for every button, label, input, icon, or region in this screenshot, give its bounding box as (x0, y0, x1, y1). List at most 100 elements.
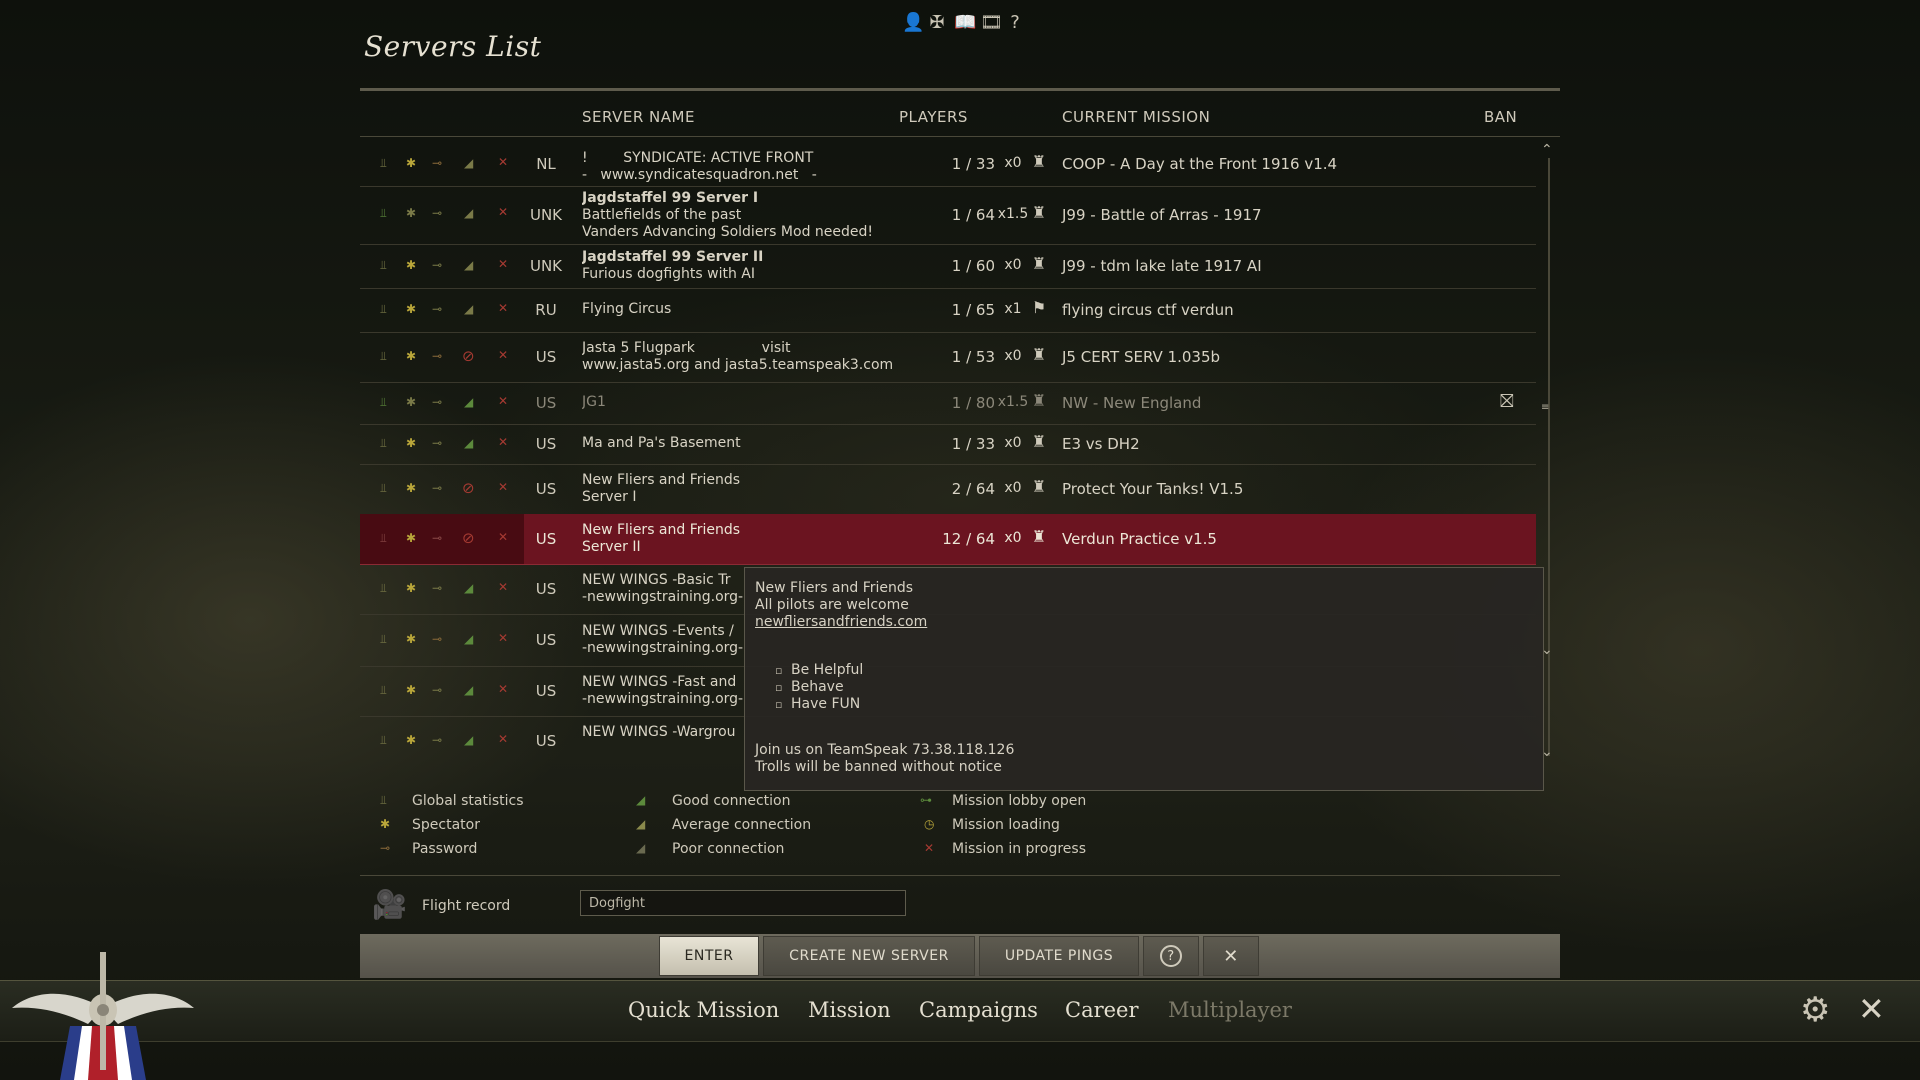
mission-in-progress-icon: ✕ (498, 301, 509, 315)
nav-multiplayer[interactable]: Multiplayer (1168, 998, 1292, 1022)
password-icon: ⊸ (432, 733, 443, 747)
server-name-line: www.jasta5.org and jasta5.teamspeak3.com (582, 357, 894, 373)
scroll-top-icon[interactable]: ⌃ (1541, 142, 1553, 158)
server-name-line: Battlefields of the past (582, 207, 742, 223)
close-list-button[interactable]: ✕ (1203, 936, 1259, 976)
password-icon: ⊸ (432, 531, 443, 545)
server-name-line: Jagdstaffel 99 Server II (582, 249, 764, 265)
connection-icon: ◢ (464, 156, 474, 170)
spectator-icon: ✱ (406, 632, 417, 646)
header-server-name[interactable]: SERVER NAME (582, 108, 695, 126)
enter-button[interactable]: ENTER (659, 936, 759, 976)
mission-name: Protect Your Tanks! V1.5 (1062, 480, 1244, 498)
legend: ⫫ Global statistics ✱ Spectator ⊸ Passwo… (360, 790, 1560, 874)
update-pings-button[interactable]: UPDATE PINGS (979, 936, 1139, 976)
header-ban[interactable]: BAN (1484, 108, 1517, 126)
server-row-selected[interactable]: ⫫ ✱ ⊸ ⊘ ✕ US New Fliers and Friends Serv… (360, 514, 1536, 565)
server-name: Jasta 5 Flugpark visit www.jasta5.org an… (582, 340, 942, 374)
connection-icon: ◢ (464, 436, 474, 450)
poor-connection-icon: ◢ (636, 841, 646, 855)
scrollbar-track[interactable] (1548, 158, 1550, 756)
password-icon: ⊸ (432, 395, 443, 409)
film-icon[interactable]: 🎞 (980, 12, 1003, 33)
legend-label: Mission loading (952, 817, 1060, 833)
server-row[interactable]: ⫫ ✱ ⊸ ⊘ ✕ US New Fliers and Friends Serv… (360, 464, 1536, 515)
stats-icon: ⫫ (380, 632, 387, 646)
server-name-line: Ma and Pa's Basement (582, 435, 741, 451)
trophy-icon: ♜ (1031, 254, 1047, 273)
player-count: 1 / 33 (951, 155, 995, 173)
server-row[interactable]: ⫫ ✱ ⊸ ◢ ✕ NL ! SYNDICATE: ACTIVE FRONT -… (360, 142, 1536, 187)
flight-record-label: Flight record (422, 898, 511, 914)
flight-record-field[interactable] (580, 890, 906, 916)
country-code: UNK (529, 257, 563, 275)
action-bar: ENTER CREATE NEW SERVER UPDATE PINGS ? ✕ (360, 934, 1560, 978)
server-row[interactable]: ⫫ ✱ ⊸ ⊘ ✕ US Jasta 5 Flugpark visit www.… (360, 332, 1536, 383)
spectator-icon: ✱ (406, 206, 417, 220)
server-row[interactable]: ⫫ ✱ ⊸ ◢ ✕ RU Flying Circus 1 / 65 x1 ⚑ f… (360, 288, 1536, 333)
mission-in-progress-icon: ✕ (498, 631, 509, 645)
server-name: JG1 (582, 394, 912, 411)
header-players[interactable]: PLAYERS (899, 108, 968, 126)
help-icon[interactable]: ? (1006, 12, 1024, 33)
ban-icon[interactable]: ⛝ (1500, 391, 1514, 412)
stats-icon: ⫫ (380, 395, 387, 409)
blocked-icon: ⊘ (462, 479, 475, 497)
title-divider (360, 88, 1560, 91)
tooltip-line: New Fliers and Friends (755, 580, 914, 596)
status-flags: ⫫ ✱ ⊸ ◢ ✕ (360, 424, 524, 464)
password-icon: ⊸ (432, 481, 443, 495)
status-flags: ⫫ ✱ ⊸ ◢ ✕ (360, 564, 524, 614)
stats-icon: ⫫ (380, 733, 387, 747)
country-code: RU (535, 301, 557, 319)
server-row[interactable]: ⫫ ✱ ⊸ ◢ ✕ UNK Jagdstaffel 99 Server II F… (360, 244, 1536, 289)
nav-campaigns[interactable]: Campaigns (919, 998, 1038, 1022)
player-count: 2 / 64 (951, 480, 995, 498)
legend-label: Average connection (672, 817, 812, 833)
server-row[interactable]: ⫫ ✱ ⊸ ◢ ✕ US JG1 1 / 80 x1.5 ♜ NW - New … (360, 382, 1536, 425)
server-name: ! SYNDICATE: ACTIVE FRONT - www.syndicat… (582, 150, 912, 184)
server-name-line: New Fliers and Friends (582, 472, 741, 488)
player-count: 12 / 64 (942, 530, 995, 548)
country-code: NL (536, 155, 556, 173)
legend-divider (360, 875, 1560, 876)
profile-icon[interactable]: 👤 (902, 12, 924, 33)
server-name-line: ! SYNDICATE: ACTIVE FRONT (582, 150, 814, 166)
stats-icon: ⫫ (380, 683, 387, 697)
server-row[interactable]: ⫫ ✱ ⊸ ◢ ✕ US Ma and Pa's Basement 1 / 33… (360, 424, 1536, 465)
medals-icon[interactable]: ✠ (928, 12, 946, 33)
top-icon-bar: 👤 ✠ 📖 🎞 ? (902, 12, 1024, 33)
trophy-icon: ♜ (1031, 391, 1047, 410)
nav-mission[interactable]: Mission (808, 998, 891, 1022)
mission-name: NW - New England (1062, 394, 1202, 412)
connection-icon: ◢ (464, 632, 474, 646)
bullet-icon: ▫ (775, 698, 783, 711)
book-icon[interactable]: 📖 (954, 12, 976, 33)
header-current-mission[interactable]: CURRENT MISSION (1062, 108, 1210, 126)
exit-close-icon[interactable]: ✕ (1858, 990, 1885, 1028)
player-count: 1 / 65 (951, 301, 995, 319)
create-new-server-button[interactable]: CREATE NEW SERVER (763, 936, 975, 976)
spectator-icon: ✱ (406, 156, 417, 170)
trophy-icon: ♜ (1031, 203, 1047, 222)
mission-in-progress-icon: ✕ (498, 580, 509, 594)
spectator-icon: ✱ (406, 683, 417, 697)
server-row[interactable]: ⫫ ✱ ⊸ ◢ ✕ UNK Jagdstaffel 99 Server I Ba… (360, 186, 1536, 245)
mission-in-progress-icon: ✕ (498, 155, 509, 169)
help-button[interactable]: ? (1143, 936, 1199, 976)
mission-in-progress-icon: ✕ (498, 530, 509, 544)
tooltip-link[interactable]: newfliersandfriends.com (755, 614, 927, 630)
settings-gear-icon[interactable]: ⚙ (1800, 990, 1830, 1030)
connection-icon: ◢ (464, 733, 474, 747)
nav-quick-mission[interactable]: Quick Mission (628, 998, 779, 1022)
stats-icon: ⫫ (380, 302, 387, 316)
server-name-line: Flying Circus (582, 301, 672, 317)
legend-label: Mission in progress (952, 841, 1086, 857)
server-name: Ma and Pa's Basement (582, 435, 912, 452)
legend-label: Poor connection (672, 841, 785, 857)
nav-career[interactable]: Career (1065, 998, 1139, 1022)
legend-label: Global statistics (412, 793, 524, 809)
country-code: US (535, 631, 557, 649)
mission-in-progress-icon: ✕ (498, 348, 509, 362)
scroll-thumb[interactable]: ≡ (1541, 402, 1549, 413)
